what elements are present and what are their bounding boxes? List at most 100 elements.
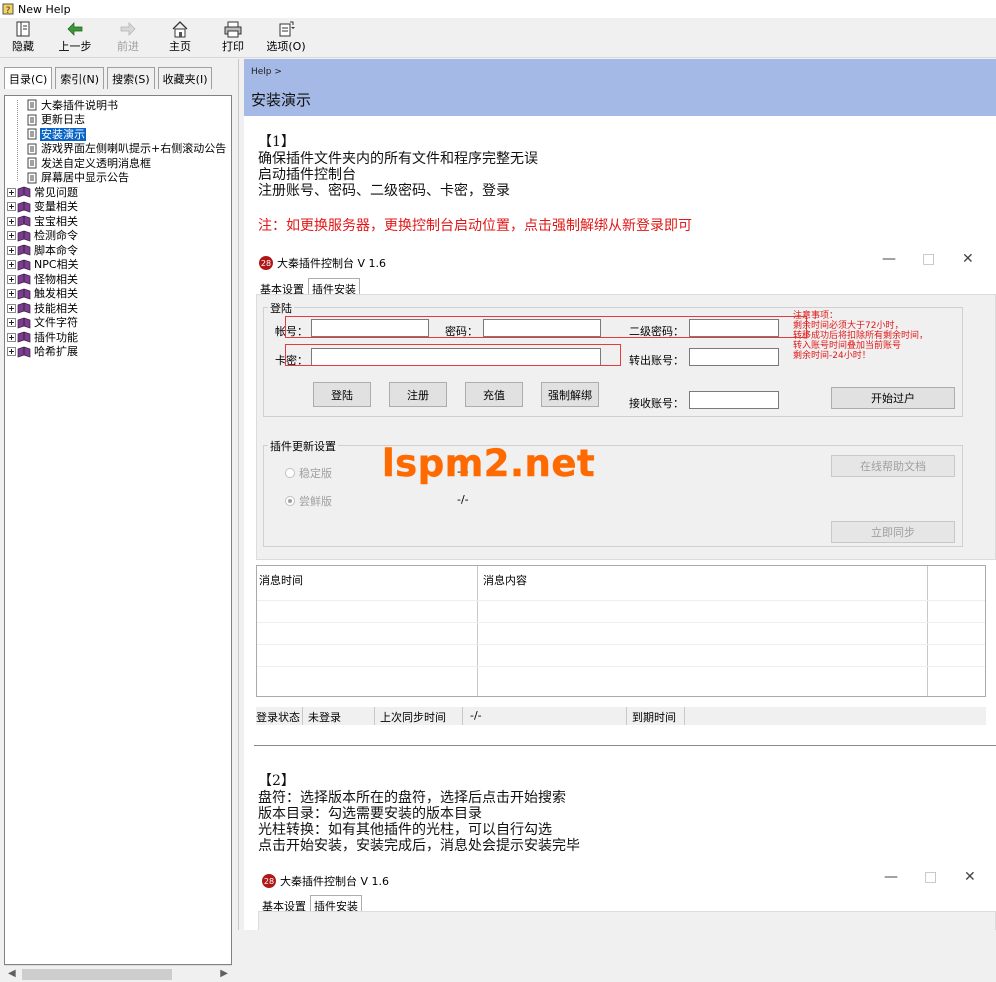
scroll-left-icon[interactable]: ◀: [8, 968, 16, 979]
notice-line: 剩余时间必须大于72小时，: [793, 321, 904, 331]
hide-pane-icon: [16, 21, 30, 37]
tree-item-label: 检测命令: [34, 229, 78, 243]
print-label: 打印: [222, 40, 244, 53]
highlight-box: [285, 316, 807, 338]
beta-radio: 尝鲜版: [285, 493, 332, 509]
section2-line: 点击开始安装，安装完成后，消息处会提示安装完毕: [258, 838, 580, 854]
hide-button[interactable]: 隐藏: [0, 18, 46, 58]
tree-book-item[interactable]: 检测命令: [7, 229, 79, 244]
back-button[interactable]: 上一步: [46, 18, 104, 58]
section2-line: 盘符：选择版本所在的盘符，选择后点击开始搜索: [258, 790, 566, 806]
navigation-pane: 目录(C) 索引(N) 搜索(S) 收藏夹(I) 大秦插件说明书 更新日志 安装演示…: [0, 59, 238, 982]
sync-now-button: 立即同步: [831, 521, 955, 543]
minimize-icon: —: [884, 869, 898, 885]
topic-header: Help > 安装演示: [244, 59, 996, 116]
section1-note: 注：如更换服务器，更换控制台启动位置，点击强制解绑从新登录即可: [258, 218, 692, 234]
status-separator: [684, 707, 685, 725]
book-icon: [17, 244, 31, 256]
tree-book-item[interactable]: 怪物相关: [7, 272, 79, 287]
tab-index[interactable]: 索引(N): [55, 67, 105, 89]
back-label: 上一步: [58, 40, 92, 53]
login-state-value: 未登录: [308, 711, 341, 724]
grid-row-line: [257, 600, 985, 601]
book-icon: [17, 302, 31, 314]
scroll-right-icon[interactable]: ▶: [220, 968, 228, 979]
console-panel: 登陆 帐号： 密码： 二级密码： 卡密： 转出账号： 接收账号： 登陆 注册 充…: [256, 294, 996, 560]
page-icon: [27, 172, 37, 184]
tree-page-item[interactable]: 安装演示: [27, 127, 86, 142]
tree-page-item[interactable]: 游戏界面左侧喇叭提示+右侧滚动公告: [27, 142, 227, 157]
console-screenshot: 28 大秦插件控制台 V 1.6 — □ ✕ 基本设置 插件安装 登陆 帐号： …: [254, 245, 996, 753]
expand-plus-icon: [7, 231, 16, 241]
tab-search[interactable]: 搜索(S): [107, 67, 155, 89]
tree-page-item[interactable]: 发送自定义透明消息框: [27, 156, 152, 171]
breadcrumb[interactable]: Help >: [251, 67, 282, 77]
console2-logo-icon: 28: [262, 874, 276, 888]
help-app-icon: ?: [2, 3, 14, 15]
printer-icon: [224, 21, 242, 38]
expand-plus-icon: [7, 245, 16, 255]
topic-pane: Help > 安装演示 【1】 确保插件文件夹内的所有文件和程序完整无误 启动插…: [244, 59, 996, 930]
notice-line: 剩余时间-24小时！: [793, 351, 871, 361]
expand-plus-icon: [7, 289, 16, 299]
expand-plus-icon: [7, 303, 16, 313]
tree-item-label: 插件功能: [34, 330, 78, 344]
tree-book-item[interactable]: 宝宝相关: [7, 214, 79, 229]
book-icon: [17, 259, 31, 271]
console-title: 大秦插件控制台 V 1.6: [277, 257, 387, 270]
console-screenshot-2: 28 大秦插件控制台 V 1.6 — □ ✕ 基本设置 插件安装: [258, 867, 996, 930]
tree-page-item[interactable]: 屏幕居中显示公告: [27, 171, 130, 186]
tree-item-label: 文件字符: [34, 316, 78, 330]
close-icon: ✕: [964, 869, 976, 885]
tree-book-item[interactable]: NPC相关: [7, 258, 80, 273]
tab-contents[interactable]: 目录(C): [4, 67, 53, 89]
tree-horizontal-scrollbar[interactable]: ◀ ▶: [4, 965, 232, 982]
forward-button[interactable]: 前进: [104, 18, 152, 58]
scrollbar-thumb[interactable]: [22, 969, 172, 980]
tree-book-item[interactable]: 变量相关: [7, 200, 79, 215]
transfer-out-input: [689, 348, 779, 366]
status-separator: [302, 707, 303, 725]
section2-line: 光柱转换：如有其他插件的光柱，可以自行勾选: [258, 822, 552, 838]
online-help-button: 在线帮助文档: [831, 455, 955, 477]
tree-book-item[interactable]: 技能相关: [7, 301, 79, 316]
tree-book-item[interactable]: 触发相关: [7, 287, 79, 302]
tree-book-item[interactable]: 文件字符: [7, 316, 79, 331]
tab-favorites[interactable]: 收藏夹(I): [157, 67, 213, 89]
book-icon: [17, 288, 31, 300]
grid-header-time: 消息时间: [259, 574, 303, 587]
close-icon: ✕: [962, 251, 974, 267]
maximize-icon: □: [924, 869, 938, 885]
grid-column-separator: [477, 566, 478, 696]
page-title: 安装演示: [251, 91, 312, 109]
grid-column-separator: [927, 566, 928, 696]
expand-plus-icon: [7, 216, 16, 226]
beta-radio-label: 尝鲜版: [299, 495, 332, 508]
page-icon: [27, 143, 37, 155]
section1-line: 启动插件控制台: [258, 167, 356, 183]
tree-book-item[interactable]: 插件功能: [7, 330, 79, 345]
status-separator: [462, 707, 463, 725]
tree-page-item[interactable]: 大秦插件说明书: [27, 98, 119, 113]
home-button[interactable]: 主页: [152, 18, 208, 58]
section2-heading: 【2】: [258, 773, 295, 789]
grid-row-line: [257, 644, 985, 645]
login-group-label: 登陆: [268, 300, 294, 316]
tree-book-item[interactable]: 脚本命令: [7, 243, 79, 258]
book-icon: [17, 346, 31, 358]
status-separator: [626, 707, 627, 725]
book-icon: [17, 215, 31, 227]
print-button[interactable]: 打印: [208, 18, 258, 58]
tree-book-item[interactable]: 哈希扩展: [7, 345, 79, 360]
forward-arrow-icon: [120, 22, 136, 36]
options-button[interactable]: 选项(O): [258, 18, 314, 58]
expire-label: 到期时间: [632, 711, 676, 724]
book-icon: [17, 201, 31, 213]
tree-book-item[interactable]: 常见问题: [7, 185, 79, 200]
tree-page-item[interactable]: 更新日志: [27, 113, 86, 128]
section1-line: 注册账号、密码、二级密码、卡密，登录: [258, 183, 510, 199]
last-sync-value: -/-: [470, 709, 482, 722]
update-group-label: 插件更新设置: [268, 438, 338, 454]
tree-item-label: 大秦插件说明书: [41, 98, 118, 112]
expand-plus-icon: [7, 260, 16, 270]
